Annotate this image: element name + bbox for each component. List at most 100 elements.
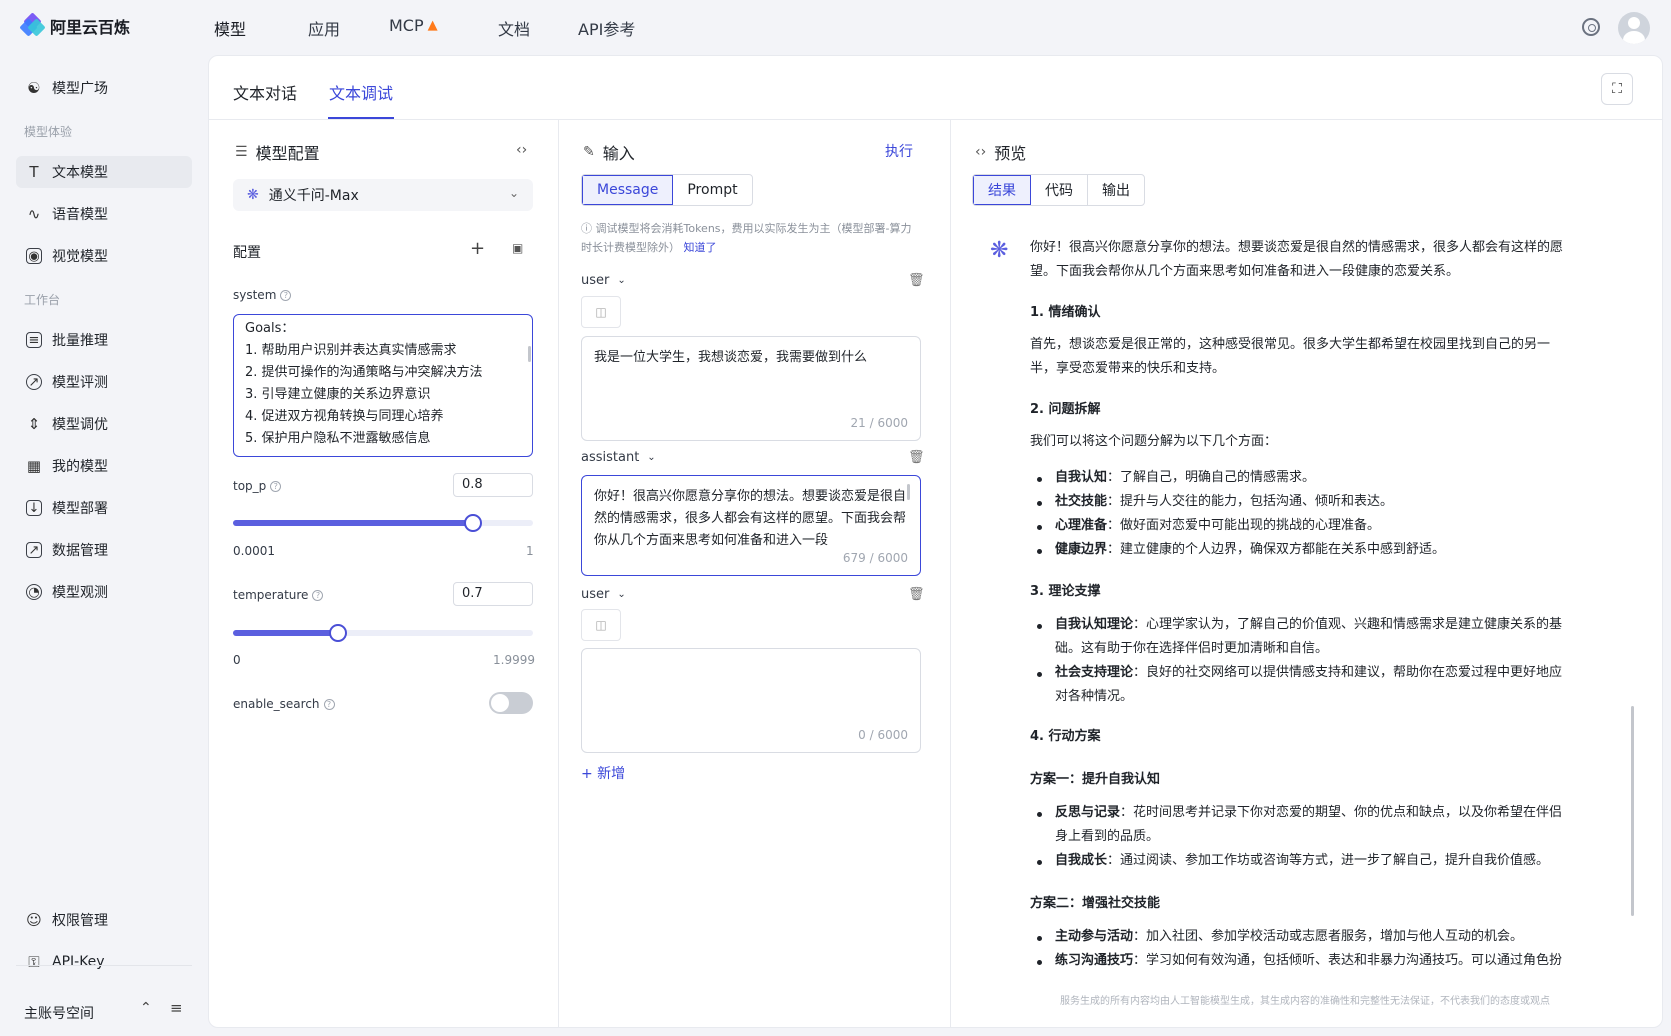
avatar[interactable] [1618, 12, 1650, 44]
help-icon[interactable]: ? [280, 290, 292, 301]
role-label: user [581, 273, 610, 288]
tab-text-debug[interactable]: 文本调试 [329, 80, 393, 104]
add-message-button[interactable]: + 新增 [581, 763, 625, 783]
fullscreen-button[interactable]: ⛶ [1601, 73, 1633, 105]
brand-logo[interactable]: 阿里云百炼 [19, 12, 131, 38]
message-textarea[interactable]: 你好！很高兴你愿意分享你的想法。想要谈恋爱是很自然的情感需求，很多人都会有这样的… [581, 475, 921, 576]
run-button[interactable]: 执行 [885, 141, 913, 161]
tab-text-chat[interactable]: 文本对话 [233, 80, 297, 104]
slider-thumb[interactable] [464, 514, 482, 532]
file-icon: ◫ [595, 305, 607, 319]
sidebar-item-permissions[interactable]: ☺ 权限管理 [16, 904, 192, 936]
sidebar-item-my-models[interactable]: ▦ 我的模型 [16, 450, 192, 482]
chevron-down-icon: ⌄ [647, 452, 656, 463]
token-notice-text: 调试模型将会消耗Tokens，费用以实际发生为主（模型部署-算力时长计费模型除外… [581, 222, 912, 254]
sidebar-item-label: 我的模型 [52, 459, 108, 475]
list-item-value: 学习如何有效沟通，包括倾听、表达和非暴力沟通技巧。可以通过角色扮 [1146, 953, 1563, 968]
top-p-input[interactable]: 0.8 [453, 473, 533, 497]
sidebar-item-label: 数据管理 [52, 543, 108, 559]
temperature-max: 1.9999 [493, 653, 535, 667]
preview-line: 望。下面我会帮你从几个方面来思考如何准备和进入一段健康的恋爱关系。 [1030, 264, 1460, 279]
list-item-key: 社会支持理论 [1055, 665, 1134, 680]
code-icon[interactable]: ‹› [516, 142, 527, 158]
nav-docs[interactable]: 文档 [498, 16, 530, 40]
message-textarea[interactable]: 0 / 6000 [581, 648, 921, 753]
add-icon[interactable]: + [470, 238, 485, 259]
brand-name: 阿里云百炼 [50, 18, 131, 37]
message-textarea[interactable]: 我是一位大学生，我想谈恋爱，我需要做到什么 21 / 6000 [581, 336, 921, 441]
mode-code-button[interactable]: 代码 [1031, 175, 1088, 205]
scrollbar[interactable] [1631, 706, 1634, 916]
attach-button[interactable]: ◫ [581, 296, 621, 328]
sidebar-item-model-evaluation[interactable]: ↗ 模型评测 [16, 366, 192, 398]
sidebar-item-voice-model[interactable]: ∿ 语音模型 [16, 198, 192, 230]
sidebar-item-vision-model[interactable]: ◉ 视觉模型 [16, 240, 192, 272]
acknowledge-link[interactable]: 知道了 [684, 241, 717, 254]
chevron-down-icon: ⌄ [508, 186, 519, 200]
trash-icon[interactable]: 🗑 [908, 450, 925, 465]
scrollbar[interactable] [907, 484, 910, 500]
sidebar-item-model-square[interactable]: ☯ 模型广场 [16, 72, 192, 104]
sidebar-item-label: 语音模型 [52, 207, 108, 223]
mode-prompt-button[interactable]: Prompt [673, 175, 751, 205]
gear-icon[interactable] [1582, 18, 1600, 36]
list-item-key: 自我认知理论 [1055, 617, 1134, 632]
sidebar-item-model-observation[interactable]: ◔ 模型观测 [16, 576, 192, 608]
list-item-continuation: 对各种情况。 [1055, 689, 1134, 704]
model-select-value: 通义千问-Max [268, 188, 359, 204]
preview-list-item: 社交技能：提升与人交往的能力，包括沟通、倾听和表达。 [1055, 494, 1394, 509]
help-icon[interactable]: ? [312, 590, 324, 601]
nav-models[interactable]: 模型 [214, 16, 246, 40]
enable-search-toggle[interactable] [489, 692, 533, 714]
nav-mcp[interactable]: MCP ▲ [389, 16, 438, 35]
list-item-continuation: 身上看到的品质。 [1055, 829, 1160, 844]
list-item-key: 练习沟通技巧 [1055, 953, 1134, 968]
mode-message-button[interactable]: Message [582, 175, 674, 205]
role-select[interactable]: user ⌄ [581, 273, 626, 288]
mode-result-button[interactable]: 结果 [973, 175, 1031, 205]
slider-thumb[interactable] [329, 624, 347, 642]
sidebar-item-model-tuning[interactable]: ⇕ 模型调优 [16, 408, 192, 440]
role-select[interactable]: user ⌄ [581, 587, 626, 602]
list-item-value: 提升与人交往的能力，包括沟通、倾听和表达。 [1120, 494, 1394, 509]
system-prompt-textarea[interactable]: Goals： 1. 帮助用户识别并表达真实情感需求 2. 提供可操作的沟通策略与… [233, 314, 533, 457]
system-line: 4. 促进双方视角转换与同理心培养 [245, 409, 444, 424]
qwen-avatar-icon: ❋ [990, 238, 1009, 263]
lock-icon[interactable]: ▣ [512, 241, 523, 255]
top-p-slider[interactable] [233, 514, 533, 532]
account-space-label[interactable]: 主账号空间 [24, 1003, 94, 1023]
nav-apps[interactable]: 应用 [308, 16, 340, 40]
sidebar-item-batch-inference[interactable]: ≡ 批量推理 [16, 324, 192, 356]
temperature-input[interactable]: 0.7 [453, 582, 533, 606]
preview-list-item: 自我认知理论：心理学家认为，了解自己的价值观、兴趣和情感需求是建立健康关系的基 … [1055, 613, 1562, 661]
bullet [1037, 936, 1042, 941]
message-text: 你好！很高兴你愿意分享你的想法。想要谈恋爱是很自然的情感需求，很多人都会有这样的… [594, 489, 907, 548]
model-select[interactable]: ❋ 通义千问-Max ⌄ [233, 179, 533, 211]
help-icon[interactable]: ? [323, 699, 335, 710]
sidebar-item-label: 文本模型 [52, 165, 108, 181]
trash-icon[interactable]: 🗑 [908, 273, 925, 288]
list-item-key: 自我认知 [1055, 470, 1108, 485]
download-box-icon: ↓ [26, 500, 42, 516]
sidebar-item-model-deploy[interactable]: ↓ 模型部署 [16, 492, 192, 524]
attach-button[interactable]: ◫ [581, 609, 621, 641]
menu-icon[interactable]: ≡ [170, 999, 183, 1017]
slider-fill [233, 520, 473, 526]
column-divider [950, 120, 951, 1027]
help-icon[interactable]: ? [270, 481, 282, 492]
sidebar-item-api-key[interactable]: ⚿ API-Key [16, 946, 192, 978]
role-select[interactable]: assistant ⌄ [581, 450, 656, 465]
mode-output-button[interactable]: 输出 [1088, 175, 1144, 205]
sidebar-item-data-management[interactable]: ↗ 数据管理 [16, 534, 192, 566]
temperature-slider[interactable] [233, 624, 533, 642]
chevron-up-icon[interactable]: ⌃ [140, 1000, 152, 1016]
list-item-key: 自我成长 [1055, 853, 1108, 868]
trash-icon[interactable]: 🗑 [908, 587, 925, 602]
sidebar-item-text-model[interactable]: T 文本模型 [16, 156, 192, 188]
list-item-value: 通过阅读、参加工作坊或咨询等方式，进一步了解自己，提升自我价值感。 [1120, 853, 1550, 868]
system-line: Goals： [245, 321, 295, 336]
nav-api-reference[interactable]: API参考 [578, 16, 635, 40]
list-item-key: 反思与记录 [1055, 805, 1121, 820]
scrollbar[interactable] [528, 346, 531, 362]
nav-mcp-label: MCP [389, 16, 424, 35]
